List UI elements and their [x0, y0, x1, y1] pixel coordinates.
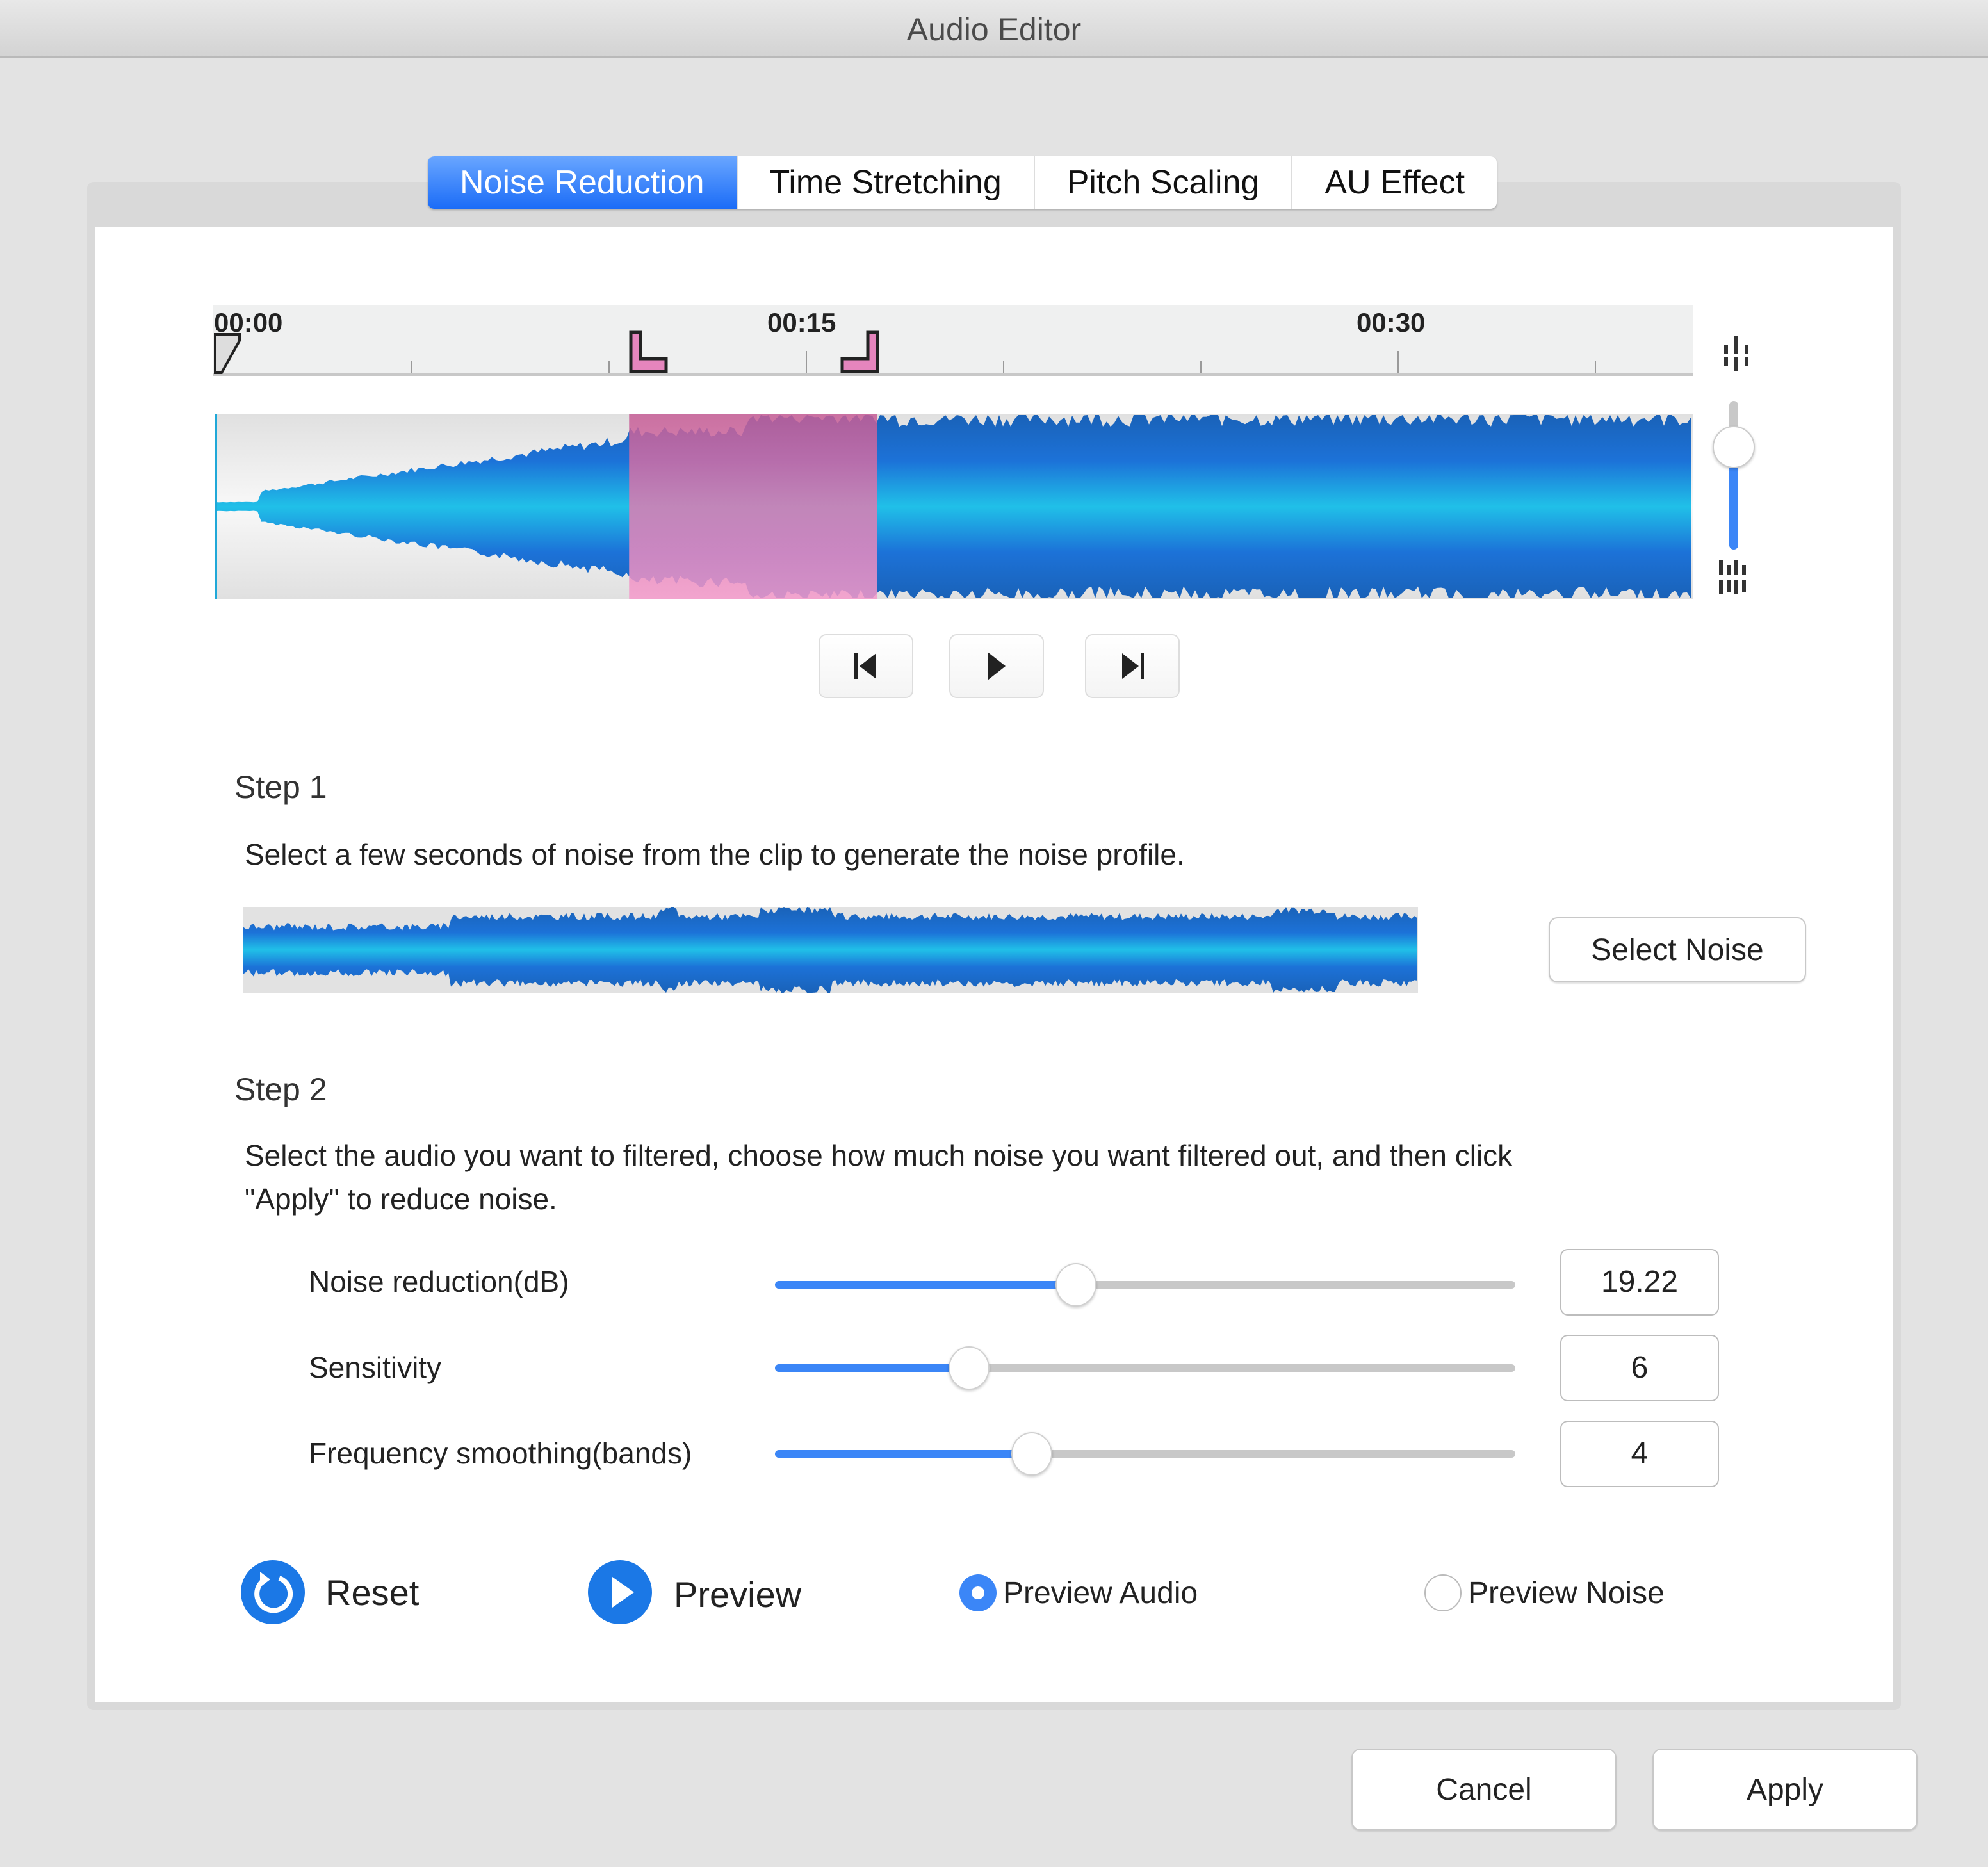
apply-button[interactable]: Apply	[1652, 1749, 1918, 1830]
slider-fill	[775, 1450, 1031, 1458]
step2-heading: Step 2	[234, 1072, 327, 1107]
noise-reduction-value-field[interactable]: 19.22	[1560, 1249, 1719, 1316]
sensitivity-slider[interactable]	[775, 1346, 1515, 1390]
ruler-tick	[1595, 361, 1596, 373]
ruler-tick	[411, 361, 412, 373]
preview-audio-radio[interactable]: Preview Audio	[959, 1574, 1198, 1611]
slider-thumb[interactable]	[1011, 1432, 1052, 1476]
ruler-tick	[1003, 361, 1004, 373]
tick-label-15: 00:15	[767, 307, 836, 338]
cancel-button[interactable]: Cancel	[1351, 1749, 1617, 1830]
tab-time-stretching[interactable]: Time Stretching	[736, 156, 1034, 209]
playhead-line	[215, 414, 217, 599]
frequency-smoothing-label: Frequency smoothing(bands)	[309, 1437, 692, 1470]
radio-selected-icon	[959, 1574, 997, 1611]
step2-description-line1: Select the audio you want to filtered, c…	[245, 1139, 1513, 1172]
select-noise-button[interactable]: Select Noise	[1549, 917, 1806, 982]
selection-start-handle-icon[interactable]	[629, 330, 670, 374]
selection-end-handle-icon[interactable]	[839, 330, 880, 374]
ruler-tick	[608, 361, 610, 373]
reset-label: Reset	[325, 1572, 420, 1613]
sensitivity-value-field[interactable]: 6	[1560, 1335, 1719, 1401]
preview-audio-label: Preview Audio	[1003, 1576, 1198, 1610]
ruler-tick	[1397, 351, 1399, 373]
main-waveform[interactable]	[215, 414, 1693, 599]
sensitivity-label: Sensitivity	[309, 1351, 442, 1384]
zoom-slider-track[interactable]	[1713, 401, 1755, 550]
radio-unselected-icon	[1424, 1574, 1462, 1611]
slider-thumb[interactable]	[948, 1346, 990, 1390]
skip-to-end-icon	[1122, 653, 1144, 679]
noise-reduction-label: Noise reduction(dB)	[309, 1265, 569, 1298]
noise-profile-waveform	[243, 907, 1418, 993]
tab-noise-reduction[interactable]: Noise Reduction	[428, 156, 737, 209]
selection-region[interactable]	[629, 414, 877, 599]
tab-pitch-scaling[interactable]: Pitch Scaling	[1033, 156, 1292, 209]
zoom-out-icon[interactable]	[1719, 336, 1754, 374]
noise-waveform-shape	[243, 907, 1417, 993]
playhead-marker-icon[interactable]	[214, 333, 246, 374]
frequency-smoothing-value-field[interactable]: 4	[1560, 1421, 1719, 1487]
skip-to-start-button[interactable]	[819, 634, 913, 698]
slider-thumb[interactable]	[1055, 1263, 1097, 1307]
slider-fill	[775, 1364, 968, 1372]
preview-play-icon	[588, 1560, 652, 1624]
skip-to-end-button[interactable]	[1085, 634, 1180, 698]
zoom-slider-thumb[interactable]	[1713, 425, 1755, 468]
zoom-in-icon[interactable]	[1718, 560, 1752, 596]
noise-reduction-slider[interactable]	[775, 1263, 1515, 1307]
timeline-ruler[interactable]	[213, 305, 1693, 376]
preview-label: Preview	[674, 1574, 802, 1615]
play-button[interactable]	[949, 634, 1044, 698]
skip-to-start-icon	[854, 653, 876, 679]
preview-noise-label: Preview Noise	[1468, 1576, 1665, 1610]
slider-fill	[775, 1281, 1075, 1289]
play-icon	[988, 652, 1006, 680]
step1-heading: Step 1	[234, 769, 327, 805]
tab-au-effect[interactable]: AU Effect	[1291, 156, 1497, 209]
title-bar: Audio Editor	[0, 0, 1988, 58]
step2-description-line2: "Apply" to reduce noise.	[245, 1182, 557, 1216]
ruler-tick	[1200, 361, 1202, 373]
ruler-tick	[806, 351, 807, 373]
reset-button[interactable]: Reset	[241, 1560, 419, 1624]
reset-icon	[241, 1560, 305, 1624]
preview-button[interactable]: Preview	[588, 1560, 801, 1624]
tick-label-30: 00:30	[1357, 307, 1426, 338]
tab-bar: Noise Reduction Time Stretching Pitch Sc…	[428, 156, 1497, 209]
preview-noise-radio[interactable]: Preview Noise	[1424, 1574, 1665, 1611]
step1-description: Select a few seconds of noise from the c…	[245, 838, 1185, 871]
waveform-shape	[215, 415, 1691, 598]
frequency-smoothing-slider[interactable]	[775, 1432, 1515, 1476]
window-title: Audio Editor	[906, 12, 1082, 47]
